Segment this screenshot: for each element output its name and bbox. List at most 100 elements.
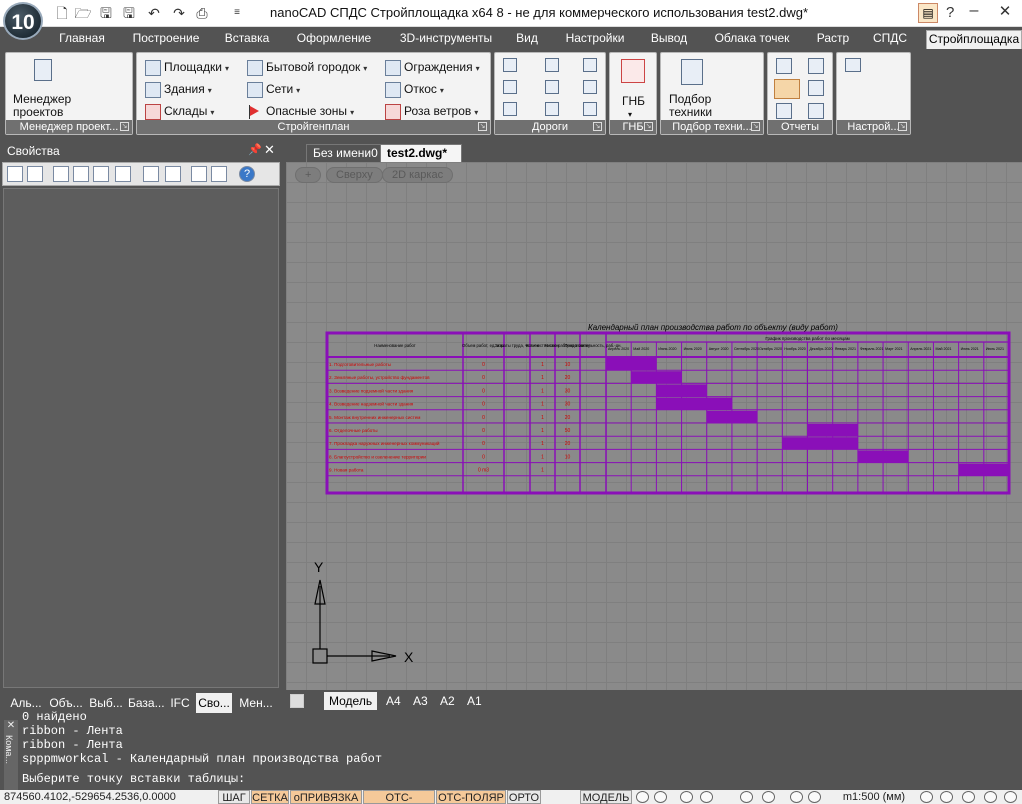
save-as-icon[interactable]: 🖫 bbox=[120, 4, 138, 22]
close-button[interactable]: ✕ bbox=[995, 2, 1015, 22]
print-settings-icon[interactable] bbox=[165, 166, 181, 182]
properties-close-button[interactable]: ✕ bbox=[264, 142, 275, 158]
otkos-button[interactable]: Откос ▾ bbox=[385, 81, 444, 99]
status-icon-4[interactable] bbox=[700, 791, 713, 803]
status-icon-9[interactable] bbox=[962, 791, 975, 803]
toggle-отс-поляр[interactable]: ОТС-ПОЛЯР bbox=[436, 790, 506, 804]
layout-list-icon[interactable] bbox=[290, 694, 304, 708]
zoom-icon[interactable] bbox=[191, 166, 207, 182]
minimize-button[interactable]: – bbox=[965, 2, 983, 22]
report-grid-icon[interactable] bbox=[808, 103, 824, 119]
zdaniya-button[interactable]: Здания ▾ bbox=[145, 81, 212, 99]
status-icon-10[interactable] bbox=[984, 791, 997, 803]
no-entry-icon[interactable] bbox=[808, 791, 821, 803]
road-icon[interactable] bbox=[503, 58, 517, 72]
lightbulb-icon[interactable] bbox=[762, 791, 775, 803]
model-space-button[interactable]: МОДЕЛЬ bbox=[580, 790, 632, 804]
gnb-button[interactable]: ГНБ bbox=[622, 93, 645, 109]
report-sheet-icon[interactable] bbox=[808, 80, 824, 96]
road-warning-icon[interactable] bbox=[583, 80, 597, 94]
layout-tab-a3[interactable]: A3 bbox=[413, 692, 428, 710]
road-sign-icon[interactable] bbox=[583, 58, 597, 72]
filter-icon[interactable] bbox=[115, 166, 131, 182]
opasnye-zony-button[interactable]: Опасные зоны ▾ bbox=[247, 103, 354, 121]
podbor-tehniki-button[interactable]: Подбор техники bbox=[669, 93, 712, 119]
tab-vid[interactable]: Вид bbox=[516, 30, 538, 49]
sklady-button[interactable]: Склады ▾ bbox=[145, 103, 214, 121]
dialog-launcher-icon[interactable]: ↘ bbox=[478, 122, 487, 131]
dialog-launcher-icon[interactable]: ↘ bbox=[751, 122, 760, 131]
layout-tab-a1[interactable]: A1 bbox=[467, 692, 482, 710]
status-icon-7[interactable] bbox=[920, 791, 933, 803]
road-crossing-icon[interactable] bbox=[545, 102, 559, 116]
toggle-pickadd-icon[interactable] bbox=[27, 166, 43, 182]
tab-3d[interactable]: 3D-инструменты bbox=[398, 30, 494, 49]
tab-nastroiki[interactable]: Настройки bbox=[564, 30, 626, 49]
ograzhdeniya-button[interactable]: Ограждения ▾ bbox=[385, 59, 480, 77]
road-segment-icon[interactable] bbox=[503, 80, 517, 94]
report-table-icon[interactable] bbox=[776, 103, 792, 119]
tab-oblaka[interactable]: Облака точек bbox=[712, 30, 792, 49]
help-button[interactable]: ? bbox=[946, 4, 954, 21]
scale-selector[interactable]: m1:500 (мм) bbox=[836, 790, 912, 804]
window-layout-icon[interactable]: ▤ bbox=[918, 3, 938, 23]
status-icon-6[interactable] bbox=[790, 791, 803, 803]
tab-rastr[interactable]: Растр bbox=[816, 30, 850, 49]
tab-vyvod[interactable]: Вывод bbox=[650, 30, 688, 49]
quick-select-icon[interactable] bbox=[73, 166, 89, 182]
seti-button[interactable]: Сети ▾ bbox=[247, 81, 300, 99]
select-all-icon[interactable] bbox=[7, 166, 23, 182]
status-icon-3[interactable] bbox=[680, 791, 693, 803]
status-icon-1[interactable] bbox=[636, 791, 649, 803]
settings-icon[interactable] bbox=[845, 58, 861, 72]
tab-stroyploshchadka[interactable]: Стройплощадка bbox=[926, 30, 1022, 49]
drawing-canvas[interactable]: + Сверху 2D каркас Календарный план прои… bbox=[286, 162, 1022, 690]
report-list-icon[interactable] bbox=[808, 58, 824, 74]
new-doc-icon[interactable]: 🗋 bbox=[53, 4, 71, 22]
road-settings-icon[interactable] bbox=[583, 102, 597, 116]
dropdown-icon[interactable]: ≡ bbox=[228, 4, 246, 22]
calendar-plan-table[interactable]: Календарный план производства работ по о… bbox=[286, 162, 1022, 690]
layout-tab-model[interactable]: Модель bbox=[324, 692, 378, 710]
road-edit-icon[interactable] bbox=[545, 58, 559, 72]
select-similar-icon[interactable] bbox=[93, 166, 109, 182]
tab-oformlenie[interactable]: Оформление bbox=[294, 30, 374, 49]
bytovoy-gorodok-button[interactable]: Бытовой городок ▾ bbox=[247, 59, 367, 77]
toggle-опривязка[interactable]: оПРИВЯЗКА bbox=[290, 790, 362, 804]
open-folder-icon[interactable]: 🗁 bbox=[74, 4, 92, 22]
status-icon-5[interactable] bbox=[740, 791, 753, 803]
report-selected-icon[interactable] bbox=[774, 79, 800, 99]
command-input[interactable]: Выберите точку вставки таблицы: bbox=[22, 772, 1022, 788]
grid-icon[interactable] bbox=[211, 166, 227, 182]
dialog-launcher-icon[interactable]: ↘ bbox=[898, 122, 907, 131]
undo-icon[interactable]: ↶ bbox=[145, 4, 163, 22]
toggle-шаг[interactable]: ШАГ bbox=[218, 790, 250, 804]
doc-tab-test2[interactable]: test2.dwg* ✕ bbox=[380, 144, 462, 176]
command-close-icon[interactable]: ✕ bbox=[4, 720, 18, 731]
save-icon[interactable]: 🖫 bbox=[97, 4, 115, 22]
home-icon[interactable] bbox=[143, 166, 159, 182]
road-node-icon[interactable] bbox=[503, 102, 517, 116]
report-icon[interactable] bbox=[776, 58, 792, 74]
road-text-icon[interactable] bbox=[545, 80, 559, 94]
app-logo[interactable]: 10 bbox=[3, 2, 43, 40]
tab-vstavka[interactable]: Вставка bbox=[224, 30, 270, 49]
status-icon-11[interactable] bbox=[1004, 791, 1017, 803]
pin-icon[interactable]: 📌 bbox=[248, 143, 262, 156]
manager-projects-button[interactable]: Менеджер проектов bbox=[13, 93, 71, 119]
dialog-launcher-icon[interactable]: ↘ bbox=[593, 122, 602, 131]
tab-spds[interactable]: СПДС bbox=[872, 30, 908, 49]
tab-glavnaya[interactable]: Главная bbox=[58, 30, 106, 49]
tab-postroenie[interactable]: Построение bbox=[130, 30, 202, 49]
layout-tab-a2[interactable]: A2 bbox=[440, 692, 455, 710]
layout-tab-a4[interactable]: A4 bbox=[386, 692, 401, 710]
dialog-launcher-icon[interactable]: ↘ bbox=[644, 122, 653, 131]
toggle-сетка[interactable]: СЕТКА bbox=[251, 790, 289, 804]
select-objects-icon[interactable] bbox=[53, 166, 69, 182]
status-icon-2[interactable] bbox=[654, 791, 667, 803]
roza-vetrov-button[interactable]: Роза ветров ▾ bbox=[385, 103, 478, 121]
toggle-орто[interactable]: ОРТО bbox=[507, 790, 541, 804]
status-icon-8[interactable] bbox=[940, 791, 953, 803]
dialog-launcher-icon[interactable]: ↘ bbox=[120, 122, 129, 131]
toggle-отс-объект[interactable]: ОТС-ОБЪЕКТ bbox=[363, 790, 435, 804]
